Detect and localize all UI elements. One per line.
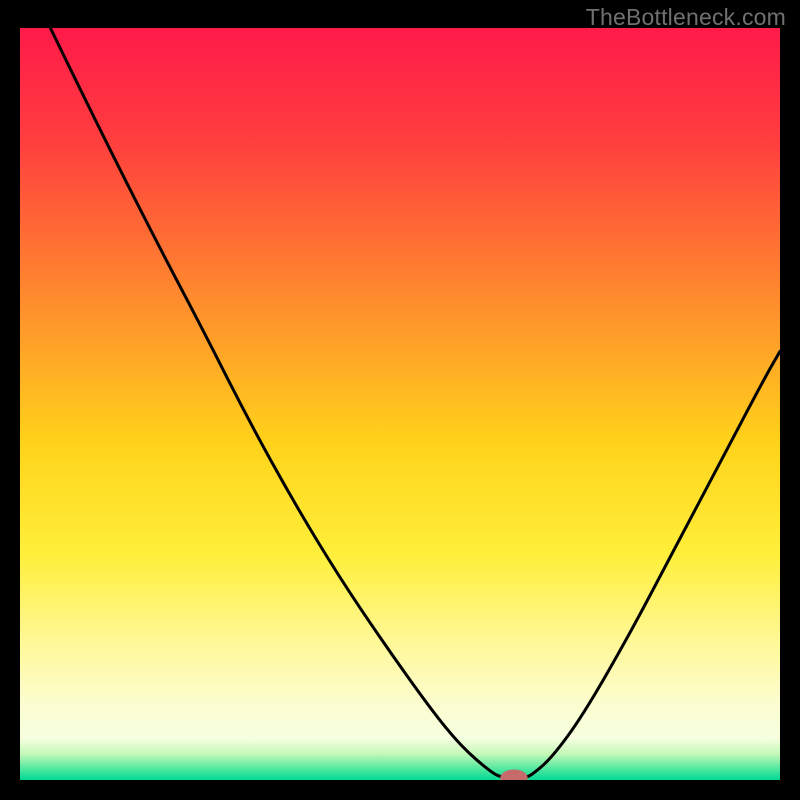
chart-plot-area (20, 28, 780, 780)
bottleneck-chart (20, 28, 780, 780)
attribution-text: TheBottleneck.com (586, 4, 786, 31)
